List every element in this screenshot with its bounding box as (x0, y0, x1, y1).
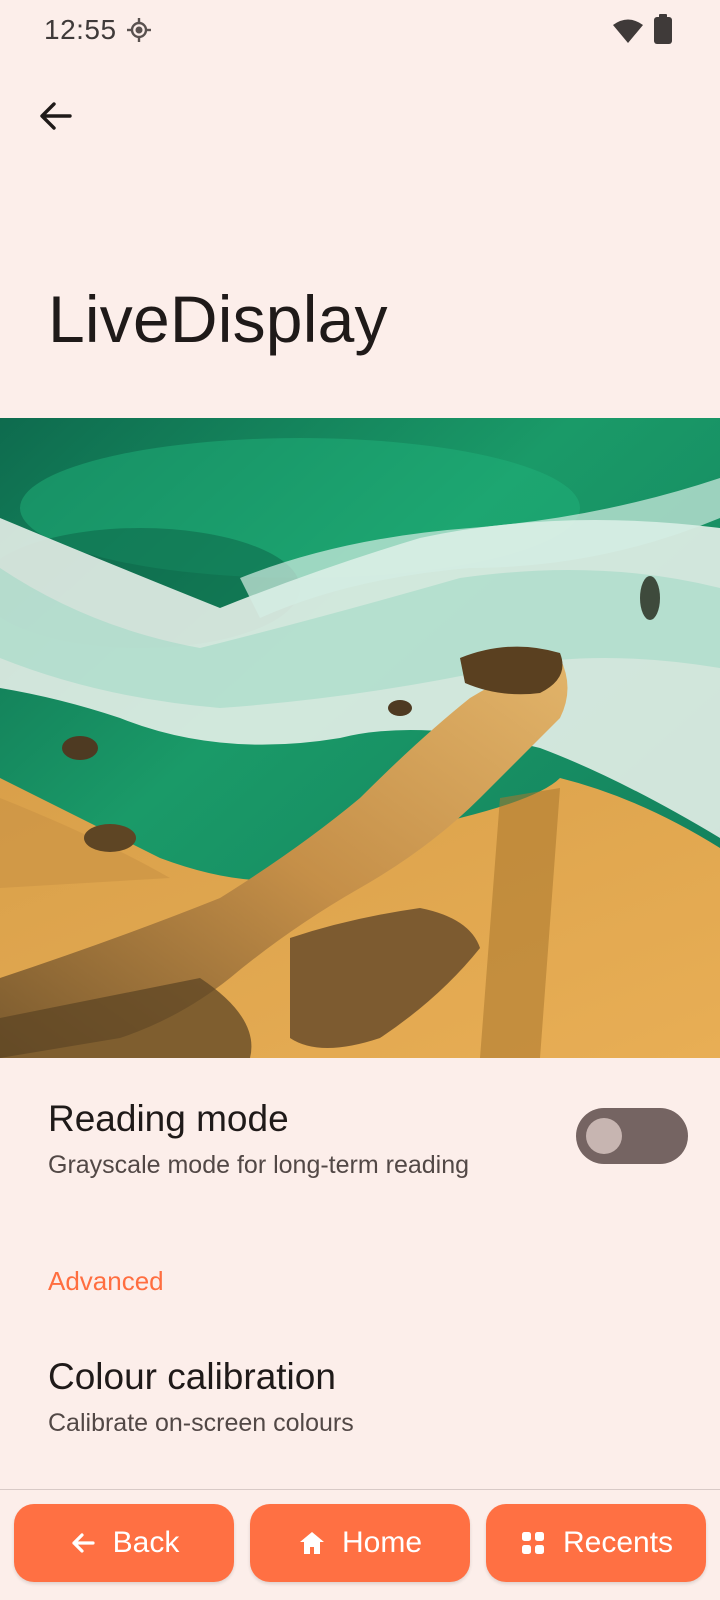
bottom-nav: Back Home Recents (0, 1490, 720, 1600)
wifi-icon (613, 19, 643, 43)
recents-icon (521, 1532, 544, 1554)
status-bar: 12:55 (0, 0, 720, 64)
nav-back-label: Back (112, 1526, 180, 1559)
preview-image (0, 418, 720, 1058)
section-header-advanced: Advanced (48, 1266, 164, 1296)
reading-mode-title: Reading mode (48, 1098, 289, 1139)
location-icon (127, 18, 151, 42)
page-title: LiveDisplay (48, 282, 388, 356)
arrow-back-icon[interactable] (34, 94, 78, 138)
battery-icon (654, 14, 672, 44)
colour-calibration-summary: Calibrate on-screen colours (48, 1409, 354, 1437)
colour-calibration-title: Colour calibration (48, 1356, 336, 1397)
nav-recents-label: Recents (562, 1526, 674, 1559)
reading-mode-toggle[interactable] (576, 1108, 688, 1164)
nav-back-button[interactable]: Back (14, 1504, 234, 1582)
arrow-back-icon (72, 1533, 95, 1553)
nav-home-label: Home (341, 1526, 423, 1559)
status-time: 12:55 (44, 14, 117, 45)
colour-calibration-item[interactable]: Colour calibration Calibrate on-screen c… (0, 1336, 720, 1456)
nav-recents-button[interactable]: Recents (486, 1504, 706, 1582)
nav-home-button[interactable]: Home (250, 1504, 470, 1582)
toggle-thumb (586, 1118, 622, 1154)
reading-mode-summary: Grayscale mode for long-term reading (48, 1151, 470, 1179)
home-icon (299, 1532, 324, 1554)
